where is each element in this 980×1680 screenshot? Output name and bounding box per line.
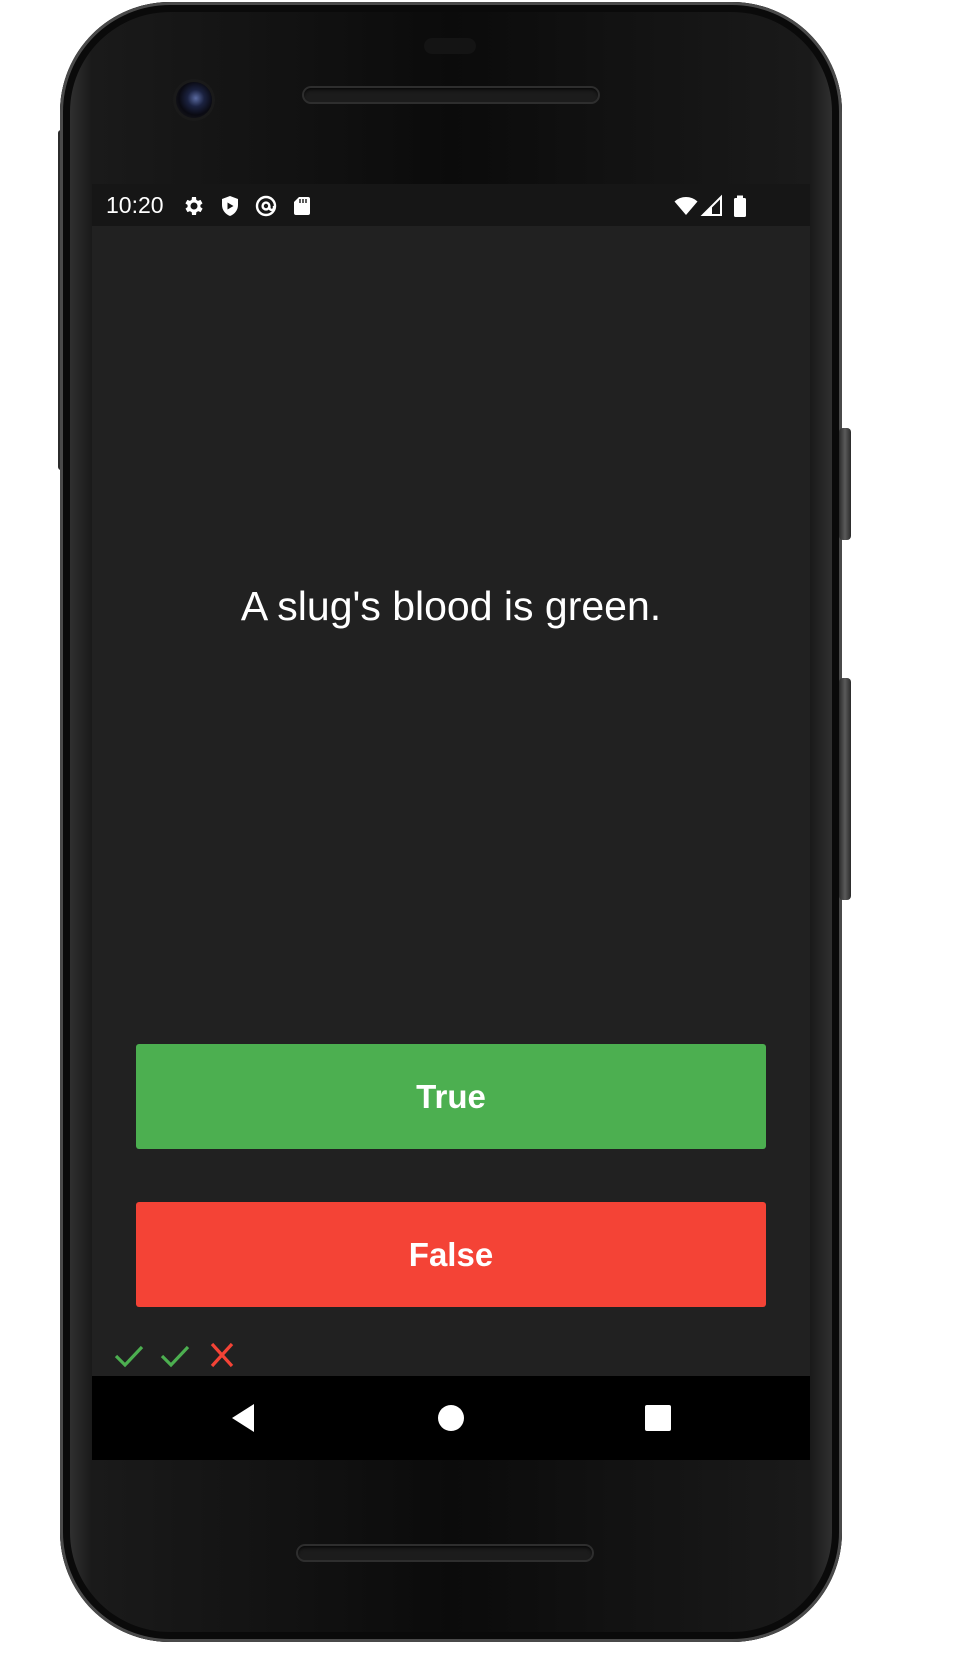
check-icon [158,1338,192,1372]
close-icon [205,1338,239,1372]
bottom-speaker [296,1544,594,1562]
false-button[interactable]: False [136,1202,766,1307]
back-icon[interactable] [222,1396,266,1440]
app-screen: 10:20 A slug's blood is green. True Fals… [92,184,810,1376]
status-bar: 10:20 [92,184,810,226]
home-icon[interactable] [429,1396,473,1440]
sd-card-icon [290,194,314,218]
earpiece-speaker [302,86,600,104]
true-button[interactable]: True [136,1044,766,1149]
emulator-frame: 10:20 A slug's blood is green. True Fals… [0,0,980,1680]
volume-rocker[interactable] [839,678,851,900]
recents-icon[interactable] [636,1396,680,1440]
proximity-sensor [424,38,476,54]
navigation-bar [92,1376,810,1460]
status-time: 10:20 [106,192,164,218]
at-sign-icon [254,194,278,218]
front-camera-icon [176,82,212,118]
battery-icon [728,194,752,218]
check-icon [112,1338,146,1372]
question-text: A slug's blood is green. [240,583,662,629]
shield-icon [218,194,242,218]
wifi-icon [674,194,698,218]
cell-signal-icon [700,194,724,218]
gear-icon [182,194,206,218]
score-keeper [112,1338,247,1372]
power-button[interactable] [839,428,851,540]
